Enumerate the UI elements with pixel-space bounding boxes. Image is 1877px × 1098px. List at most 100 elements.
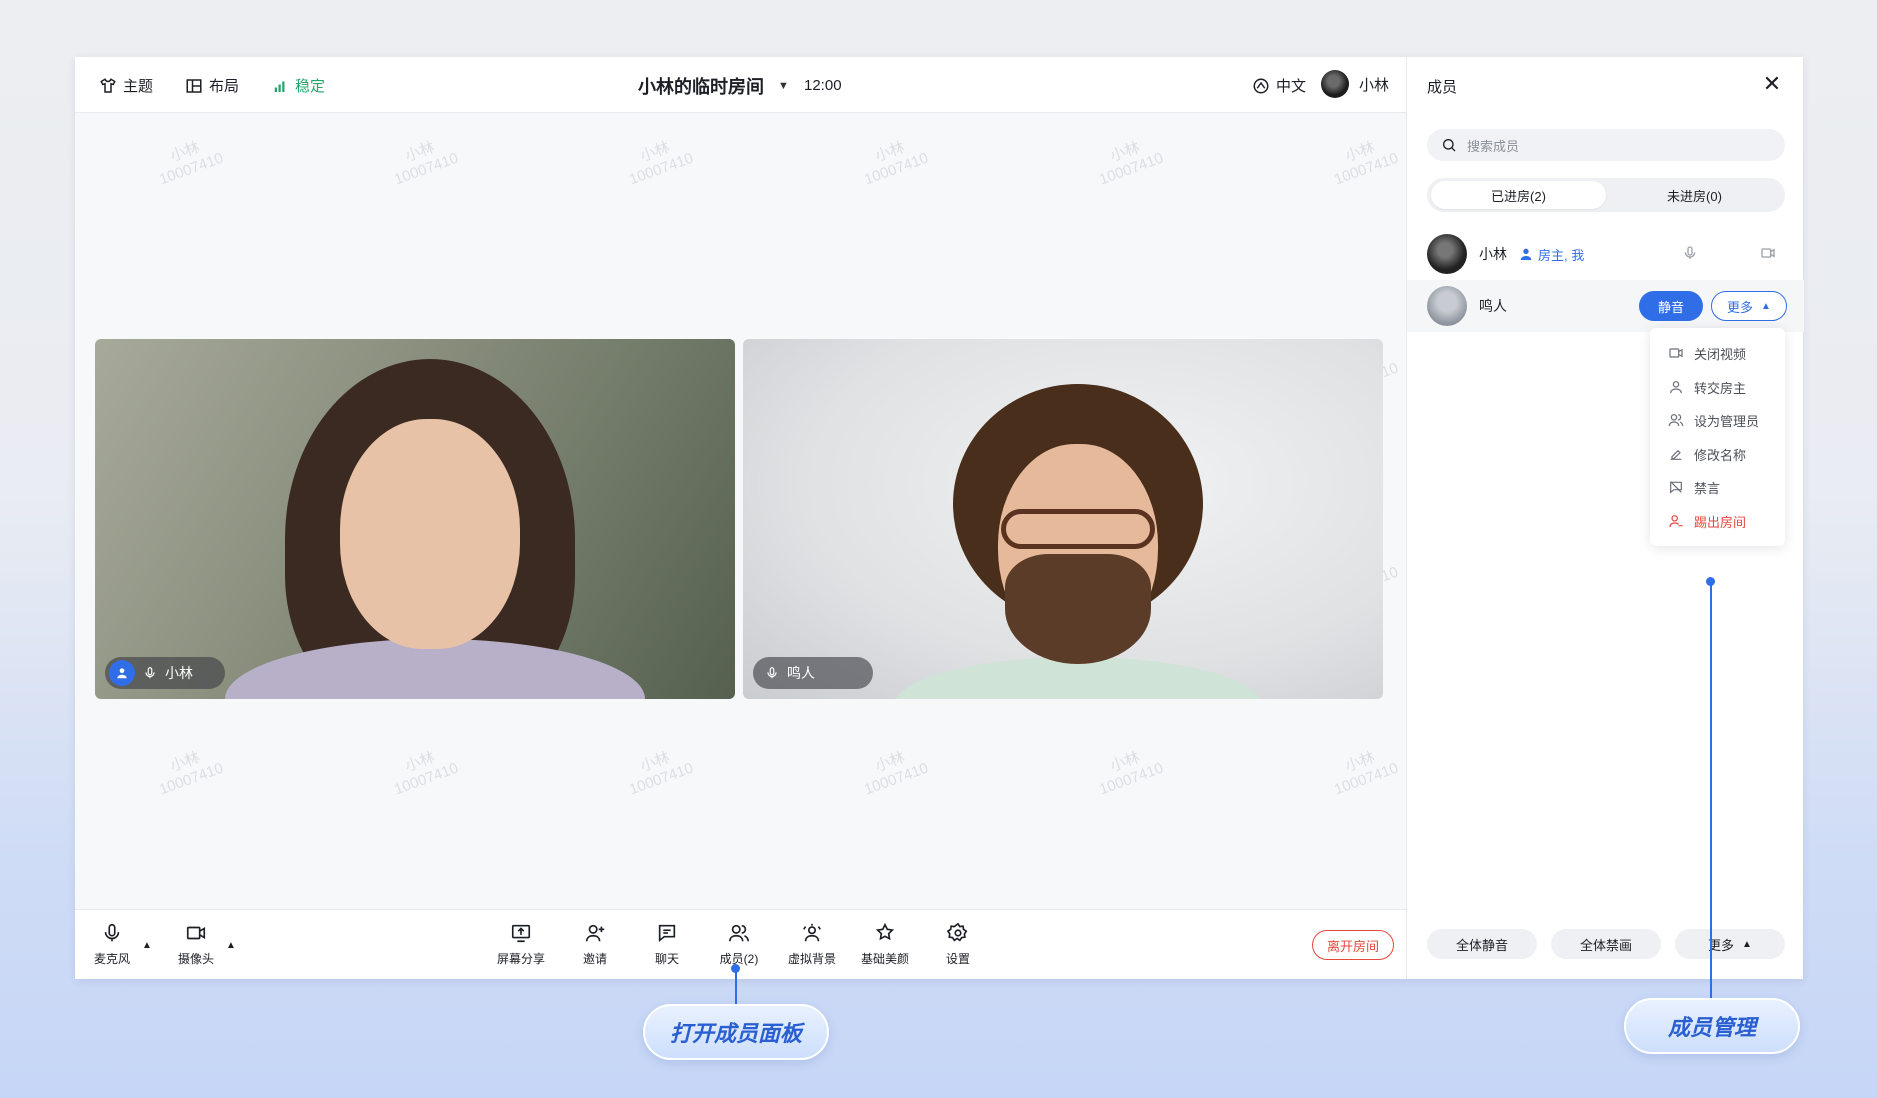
camera-options-caret-icon[interactable]: ▲ xyxy=(226,940,236,951)
watermark: 小林10007410 xyxy=(1332,748,1401,799)
network-label: 稳定 xyxy=(295,78,326,95)
member-actions-menu: 关闭视频 转交房主 设为管理员 修改名称 禁言 踢出房间 xyxy=(1650,328,1785,546)
watermark: 小林10007410 xyxy=(1097,748,1166,799)
member-search-input[interactable]: 搜索成员 xyxy=(1427,129,1785,161)
panel-title: 成员 xyxy=(1427,79,1458,96)
virtual-background-icon xyxy=(803,923,821,942)
layout-button[interactable]: 布局 xyxy=(185,75,239,96)
member-role-label: 房主, 我 xyxy=(1538,247,1585,263)
avatar xyxy=(1427,234,1467,274)
camera-label: 摄像头 xyxy=(177,952,214,966)
users-icon xyxy=(1668,414,1684,427)
mic-label: 麦克风 xyxy=(93,952,130,966)
screen-share-label: 屏幕分享 xyxy=(496,952,545,966)
list-item[interactable]: 鸣人 静音 更多 ▲ xyxy=(1407,280,1804,332)
gear-icon xyxy=(947,922,968,942)
search-placeholder: 搜索成员 xyxy=(1467,138,1520,154)
tile-name: 小林 xyxy=(165,665,193,681)
menu-item-label: 设为管理员 xyxy=(1694,413,1760,429)
mute-all-button[interactable]: 全体静音 xyxy=(1427,929,1537,959)
list-item[interactable]: 小林 房主, 我 xyxy=(1407,228,1804,280)
language-label: 中文 xyxy=(1276,78,1307,95)
tab-in-room[interactable]: 已进房(2) xyxy=(1431,181,1606,209)
video-tile[interactable]: 鸣人 xyxy=(743,339,1383,699)
watermark: 小林10007410 xyxy=(862,748,931,799)
watermark: 小林10007410 xyxy=(392,138,461,189)
search-icon xyxy=(1443,139,1456,152)
user-icon xyxy=(1670,381,1682,394)
video-icon xyxy=(1669,348,1683,358)
top-bar: 主题 布局 稳定 小林的临时房间 ▼ 12:00 中文 小林 xyxy=(75,57,1406,113)
menu-item-transfer-host[interactable]: 转交房主 xyxy=(1668,376,1746,398)
caret-up-icon: ▲ xyxy=(1742,938,1752,950)
more-label: 更多 xyxy=(1727,299,1754,315)
signal-icon xyxy=(274,81,285,92)
camera-button[interactable]: 摄像头 xyxy=(166,922,226,967)
menu-item-set-admin[interactable]: 设为管理员 xyxy=(1668,409,1759,431)
theme-label: 主题 xyxy=(123,78,154,95)
mic-icon xyxy=(767,667,777,679)
name-tag: 鸣人 xyxy=(753,657,873,689)
member-management-callout: 成员管理 xyxy=(1624,998,1800,1054)
chat-button[interactable]: 聊天 xyxy=(637,922,697,967)
menu-item-kick[interactable]: 踢出房间 xyxy=(1668,510,1746,532)
avatar xyxy=(1321,70,1349,98)
kick-user-icon xyxy=(1669,515,1683,528)
virtual-background-button[interactable]: 虚拟背景 xyxy=(782,922,842,967)
room-title-dropdown[interactable]: 小林的临时房间 ▼ xyxy=(638,73,789,99)
beauty-label: 基础美颜 xyxy=(860,952,909,966)
beauty-icon xyxy=(875,922,895,941)
participant-glasses xyxy=(1001,509,1155,549)
camera-icon xyxy=(1760,245,1776,264)
menu-item-mute-chat[interactable]: 禁言 xyxy=(1668,476,1720,498)
member-more-button[interactable]: 更多 ▲ xyxy=(1711,291,1787,321)
network-status[interactable]: 稳定 xyxy=(271,75,325,96)
name-tag: 小林 xyxy=(105,657,225,689)
language-icon xyxy=(1253,78,1269,93)
host-icon xyxy=(109,660,135,686)
footer-more-button[interactable]: 更多 ▲ xyxy=(1675,929,1785,959)
room-time: 12:00 xyxy=(804,77,842,94)
watermark: 小林10007410 xyxy=(1332,138,1401,189)
user-name: 小林 xyxy=(1359,76,1390,94)
menu-item-disable-video[interactable]: 关闭视频 xyxy=(1668,342,1746,364)
video-stage: 小林 10007410 小林 10007410 小林 10007410 小林 10007410… xyxy=(75,113,1406,909)
open-members-panel-callout: 打开成员面板 xyxy=(643,1004,829,1060)
disable-all-video-button[interactable]: 全体禁画 xyxy=(1551,929,1661,959)
mic-options-caret-icon[interactable]: ▲ xyxy=(142,940,152,951)
tile-name: 鸣人 xyxy=(787,665,815,681)
menu-item-rename[interactable]: 修改名称 xyxy=(1668,443,1746,465)
mic-icon xyxy=(104,923,120,942)
member-name: 小林 xyxy=(1479,246,1507,262)
tab-not-in-room[interactable]: 未进房(0) xyxy=(1607,181,1782,209)
members-panel: 成员 ✕ 搜索成员 已进房(2) 未进房(0) 小林 房主, 我 鸣人 静音 更… xyxy=(1406,57,1804,979)
chat-off-icon xyxy=(1670,481,1682,494)
mute-member-button[interactable]: 静音 xyxy=(1639,291,1703,321)
invite-button[interactable]: 邀请 xyxy=(565,922,625,967)
settings-label: 设置 xyxy=(945,952,970,966)
chat-icon xyxy=(658,924,676,943)
annotation-line xyxy=(1710,581,1712,998)
leave-room-button[interactable]: 离开房间 xyxy=(1312,930,1394,960)
close-icon[interactable]: ✕ xyxy=(1759,71,1785,97)
video-tile[interactable]: 小林 xyxy=(95,339,735,699)
members-button[interactable]: 成员(2) xyxy=(709,922,769,967)
shirt-icon xyxy=(100,77,116,93)
member-role: 房主, 我 xyxy=(1518,245,1584,264)
screen-share-icon xyxy=(511,924,531,943)
language-button[interactable]: 中文 xyxy=(1252,75,1306,96)
settings-button[interactable]: 设置 xyxy=(928,922,988,967)
watermark: 小林10007410 xyxy=(627,138,696,189)
screen-share-button[interactable]: 屏幕分享 xyxy=(491,922,551,967)
theme-button[interactable]: 主题 xyxy=(99,75,153,96)
app-window: 主题 布局 稳定 小林的临时房间 ▼ 12:00 中文 小林 小林 1000741… xyxy=(75,57,1804,979)
mic-button[interactable]: 麦克风 xyxy=(82,922,142,967)
mic-icon xyxy=(1682,245,1698,264)
members-label: 成员(2) xyxy=(719,952,759,966)
avatar xyxy=(1427,286,1467,326)
beauty-button[interactable]: 基础美颜 xyxy=(855,922,915,967)
host-icon xyxy=(1520,248,1532,260)
panel-footer: 全体静音 全体禁画 更多 ▲ xyxy=(1427,929,1785,959)
mic-icon xyxy=(145,667,155,679)
user-menu[interactable]: 小林 xyxy=(1321,70,1389,98)
